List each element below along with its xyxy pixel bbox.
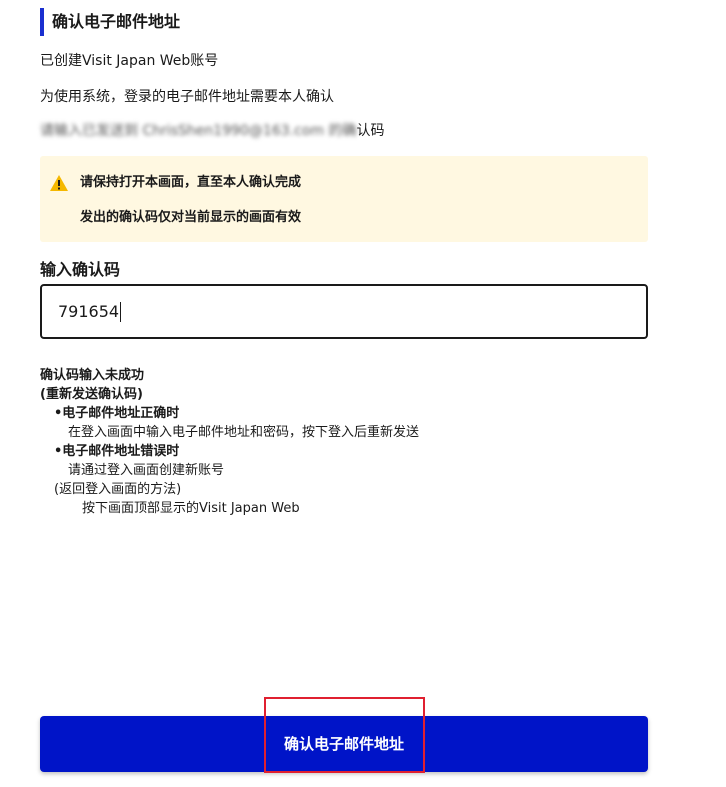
confirmation-code-input[interactable]: 791654 [40, 284, 648, 339]
code-sent-email: ChrisShen1990@163.com [142, 123, 324, 139]
page-title: 确认电子邮件地址 [40, 8, 180, 36]
confirm-email-button[interactable]: 确认电子邮件地址 [40, 716, 648, 772]
code-sent-suffix-blurred: 的确 [328, 123, 357, 139]
notice-line-1: 请保持打开本画面，直至本人确认完成 [80, 175, 302, 190]
code-sent-prefix: 请输入已发送到 [40, 123, 138, 139]
code-sent-text: 请输入已发送到 ChrisShen1990@163.com 的确认码 [40, 122, 384, 140]
instruction-text: 为使用系统，登录的电子邮件地址需要本人确认 [40, 89, 334, 105]
help-case2-title: •电子邮件地址错误时 [54, 444, 180, 459]
code-field-label: 输入确认码 [40, 260, 121, 279]
notice-line-2: 发出的确认码仅对当前显示的画面有效 [80, 210, 302, 225]
notice-box: 请保持打开本画面，直至本人确认完成 发出的确认码仅对当前显示的画面有效 [40, 156, 648, 242]
account-created-text: 已创建Visit Japan Web账号 [40, 53, 219, 69]
help-case1-title: •电子邮件地址正确时 [54, 406, 180, 421]
email-confirmation-page: 确认电子邮件地址 已创建Visit Japan Web账号 为使用系统，登录的电… [0, 0, 726, 787]
help-heading: 确认码输入未成功 [40, 368, 145, 383]
help-return-title: (返回登入画面的方法) [54, 482, 182, 497]
help-subheading: (重新发送确认码) [40, 387, 143, 402]
help-return-text: 按下画面顶部显示的Visit Japan Web [82, 501, 300, 516]
confirmation-code-value[interactable]: 791654 [58, 302, 122, 322]
warning-icon [49, 174, 69, 192]
code-sent-suffix: 认码 [356, 123, 385, 139]
help-case2-text: 请通过登入画面创建新账号 [68, 463, 225, 478]
help-case1-text: 在登入画面中输入电子邮件地址和密码，按下登入后重新发送 [68, 425, 420, 440]
